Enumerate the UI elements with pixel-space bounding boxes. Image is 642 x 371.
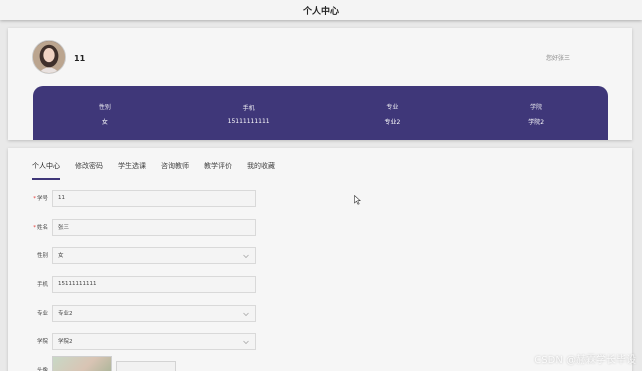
info-major: 专业 专业2: [337, 102, 447, 126]
required-mark: *: [33, 196, 36, 202]
form-row-major: 专业 专业2: [22, 304, 282, 322]
info-value: 女: [101, 119, 108, 126]
info-college: 学院 学院2: [481, 102, 591, 126]
chevron-down-icon: [243, 312, 249, 316]
chevron-down-icon: [243, 340, 249, 344]
content-card: 个人中心 修改密码 学生选课 咨询教师 教学评价 我的收藏 *学号 11 *姓名…: [8, 148, 632, 371]
info-label: 性别: [98, 104, 111, 111]
required-mark: *: [33, 225, 36, 231]
chevron-down-icon: [243, 254, 249, 258]
profile-card: 11 您好张三 性别 女 手机 15111111111 专业 专业2 学院 学院…: [8, 28, 632, 140]
field-label: 性别: [36, 253, 48, 259]
form-row-avatar: 头像: [22, 356, 176, 371]
info-value: 专业2: [384, 119, 401, 126]
field-label: 头像: [36, 368, 48, 371]
avatar-thumbnail[interactable]: [52, 356, 112, 371]
phone-input[interactable]: 15111111111: [52, 275, 256, 293]
field-label: 学院: [36, 339, 48, 345]
user-avatar: [32, 40, 66, 74]
college-select-value: 学院2: [58, 339, 73, 345]
top-header: 个人中心: [0, 0, 642, 20]
field-label: 姓名: [36, 225, 48, 231]
college-select[interactable]: 学院2: [52, 332, 256, 350]
form-row-name: *姓名 张三: [22, 218, 282, 236]
info-value: 学院2: [528, 119, 545, 126]
gender-select[interactable]: 女: [52, 246, 256, 264]
tab-course-selection[interactable]: 学生选课: [118, 156, 146, 180]
tab-change-password[interactable]: 修改密码: [75, 156, 103, 180]
student-id-input[interactable]: 11: [52, 189, 256, 207]
tab-teaching-evaluation[interactable]: 教学评价: [204, 156, 232, 180]
tab-profile[interactable]: 个人中心: [32, 156, 60, 180]
form-row-gender: 性别 女: [22, 246, 282, 264]
tab-consult-teacher[interactable]: 咨询教师: [161, 156, 189, 180]
form-row-college: 学院 学院2: [22, 332, 282, 350]
major-select-value: 专业2: [58, 311, 73, 317]
gender-select-value: 女: [58, 253, 64, 259]
form-row-student-id: *学号 11: [22, 189, 282, 207]
field-label: 手机: [36, 282, 48, 288]
avatar-portrait-icon: [33, 41, 65, 73]
profile-info-bar: 性别 女 手机 15111111111 专业 专业2 学院 学院2: [33, 86, 608, 140]
info-label: 学院: [530, 104, 543, 111]
avatar-upload-button[interactable]: [116, 361, 176, 371]
tab-favorites[interactable]: 我的收藏: [247, 156, 275, 180]
info-phone: 手机 15111111111: [194, 103, 304, 125]
name-input[interactable]: 张三: [52, 218, 256, 236]
info-label: 专业: [386, 104, 399, 111]
mouse-cursor-icon: [354, 195, 361, 205]
field-label: 专业: [36, 311, 48, 317]
watermark-text: CSDN @赫霖学长毕设: [534, 355, 636, 366]
info-gender: 性别 女: [50, 102, 160, 126]
field-label: 学号: [36, 196, 48, 202]
form-row-phone: 手机 15111111111: [22, 275, 282, 293]
tab-bar: 个人中心 修改密码 学生选课 咨询教师 教学评价 我的收藏: [32, 156, 290, 180]
greeting-text: 您好张三: [545, 55, 570, 62]
info-label: 手机: [242, 105, 255, 112]
page-title: 个人中心: [302, 6, 339, 17]
major-select[interactable]: 专业2: [52, 304, 256, 322]
info-value: 15111111111: [227, 118, 270, 125]
profile-username: 11: [74, 54, 86, 63]
